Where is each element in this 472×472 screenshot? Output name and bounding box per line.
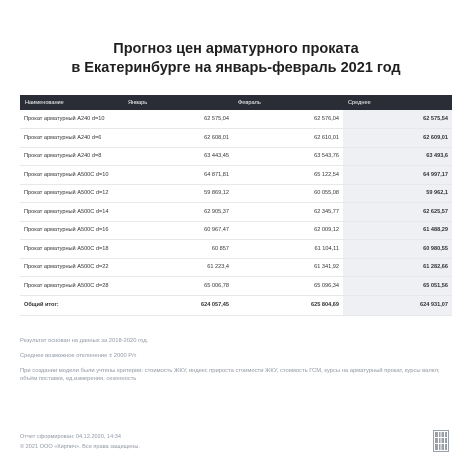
price-forecast-table: Наименование Январь Февраль Среднее Прок… — [20, 95, 452, 316]
row-average: 61 282,66 — [343, 258, 452, 277]
table-row: Прокат арматурный А240 d=8 63 443,45 63 … — [20, 147, 452, 166]
row-name: Прокат арматурный А500С d=16 — [20, 221, 123, 240]
header-average: Среднее — [343, 95, 452, 110]
row-name: Прокат арматурный А500С d=18 — [20, 239, 123, 259]
note-model-criteria: При создании модели были учтены критерии… — [20, 368, 440, 382]
row-average: 63 493,6 — [343, 147, 452, 166]
note-data-period: Результат основан на данных за 2018-2020… — [20, 338, 149, 344]
row-name: Прокат арматурный А240 d=6 — [20, 128, 123, 148]
table-row: Прокат арматурный А240 d=6 62 608,01 62 … — [20, 128, 452, 148]
report-title-line1: Прогноз цен арматурного проката — [113, 41, 359, 57]
total-average: 624 931,07 — [343, 295, 452, 316]
row-name: Прокат арматурный А240 d=10 — [20, 110, 123, 129]
row-name: Прокат арматурный А240 d=8 — [20, 147, 123, 166]
table-row: Прокат арматурный А500С d=10 64 871,81 6… — [20, 165, 452, 185]
row-name: Прокат арматурный А500С d=10 — [20, 165, 123, 185]
table-row: Прокат арматурный А500С d=16 60 967,47 6… — [20, 221, 452, 240]
row-january: 60 967,47 — [123, 221, 233, 240]
row-february: 61 104,11 — [233, 239, 343, 259]
total-label: Общий итог: — [20, 295, 123, 316]
note-deviation: Среднее возможное отклонение ± 2000 Р/т — [20, 353, 137, 359]
row-february: 62 610,01 — [233, 128, 343, 148]
row-average: 62 625,57 — [343, 202, 452, 222]
report-title-line2: в Екатеринбурге на январь-февраль 2021 г… — [71, 60, 401, 76]
total-january: 624 057,45 — [123, 295, 233, 316]
table-row: Прокат арматурный А500С d=22 61 223,4 61… — [20, 258, 452, 277]
row-january: 62 905,37 — [123, 202, 233, 222]
table-row: Прокат арматурный А240 d=10 62 575,04 62… — [20, 110, 452, 129]
row-january: 63 443,45 — [123, 147, 233, 166]
row-average: 65 051,56 — [343, 276, 452, 296]
table-header-row: Наименование Январь Февраль Среднее — [20, 95, 452, 110]
report-notes: Результат основан на данных за 2018-2020… — [20, 337, 452, 390]
row-february: 62 576,04 — [233, 110, 343, 129]
row-average: 62 575,54 — [343, 110, 452, 129]
total-row: Общий итог: 624 057,45 625 804,69 624 93… — [20, 295, 452, 316]
table-row: Прокат арматурный А500С d=28 65 006,78 6… — [20, 276, 452, 296]
table-row: Прокат арматурный А500С d=12 59 869,12 6… — [20, 184, 452, 203]
row-average: 60 980,55 — [343, 239, 452, 259]
row-average: 64 997,17 — [343, 165, 452, 185]
row-february: 62 345,77 — [233, 202, 343, 222]
total-february: 625 804,69 — [233, 295, 343, 316]
row-name: Прокат арматурный А500С d=12 — [20, 184, 123, 203]
footer-copyright: © 2021 ООО «Кирпич». Все права защищены. — [20, 444, 140, 450]
row-name: Прокат арматурный А500С d=14 — [20, 202, 123, 222]
row-february: 60 055,08 — [233, 184, 343, 203]
row-average: 61 488,29 — [343, 221, 452, 240]
header-name: Наименование — [20, 95, 123, 110]
row-january: 60 857 — [123, 239, 233, 259]
header-february: Февраль — [233, 95, 343, 110]
row-february: 62 009,12 — [233, 221, 343, 240]
row-february: 63 543,76 — [233, 147, 343, 166]
row-january: 64 871,81 — [123, 165, 233, 185]
table-row: Прокат арматурный А500С d=18 60 857 61 1… — [20, 239, 452, 259]
brick-logo-icon — [433, 430, 449, 452]
report-footer: Отчет сформирован: 04.12.2020, 14:34 © 2… — [20, 432, 140, 452]
row-january: 65 006,78 — [123, 276, 233, 296]
row-january: 59 869,12 — [123, 184, 233, 203]
row-january: 61 223,4 — [123, 258, 233, 277]
row-name: Прокат арматурный А500С d=22 — [20, 258, 123, 277]
table-row: Прокат арматурный А500С d=14 62 905,37 6… — [20, 202, 452, 222]
row-average: 62 609,01 — [343, 128, 452, 148]
report-title: Прогноз цен арматурного проката в Екатер… — [0, 40, 472, 78]
row-january: 62 575,04 — [123, 110, 233, 129]
row-average: 59 962,1 — [343, 184, 452, 203]
row-february: 61 341,92 — [233, 258, 343, 277]
row-february: 65 122,54 — [233, 165, 343, 185]
footer-generated: Отчет сформирован: 04.12.2020, 14:34 — [20, 434, 122, 440]
row-name: Прокат арматурный А500С d=28 — [20, 276, 123, 296]
row-february: 65 096,34 — [233, 276, 343, 296]
header-january: Январь — [123, 95, 233, 110]
row-january: 62 608,01 — [123, 128, 233, 148]
